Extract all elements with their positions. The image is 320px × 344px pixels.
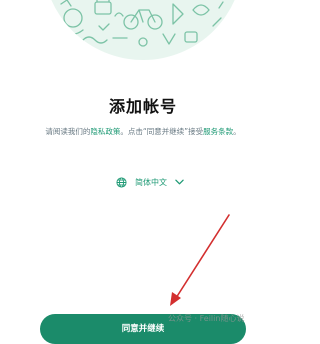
- description-text-2: 。点击“同意并继续”接受: [120, 127, 204, 136]
- chevron-down-icon: [175, 179, 184, 185]
- privacy-description: 请阅读我们的隐私政策。点击“同意并继续”接受服务条款。: [30, 125, 256, 138]
- hero-illustration: [43, 0, 243, 60]
- doodle-pattern: [60, 0, 224, 47]
- privacy-policy-link[interactable]: 隐私政策: [90, 127, 120, 136]
- description-text-3: 。: [233, 127, 241, 136]
- globe-icon: [116, 176, 127, 188]
- language-label: 简体中文: [135, 177, 167, 187]
- terms-of-service-link[interactable]: 服务条款: [203, 127, 233, 136]
- description-text-1: 请阅读我们的: [45, 127, 91, 136]
- language-selector[interactable]: 简体中文: [100, 170, 200, 194]
- watermark: 公众号 · Feilin随心说: [168, 314, 245, 323]
- page-title: 添加帐号: [108, 97, 177, 116]
